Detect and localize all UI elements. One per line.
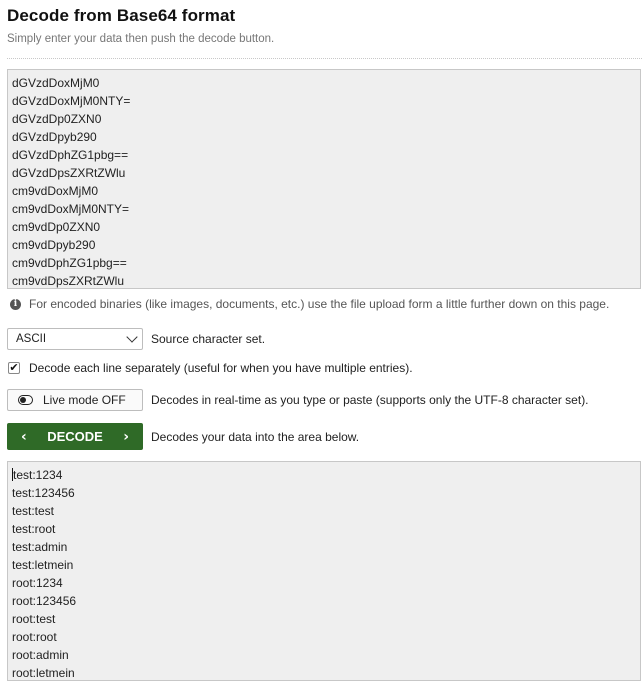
each-line-label[interactable]: Decode each line separately (useful for … (29, 361, 413, 375)
input-line: dGVzdDoxMjM0 (12, 76, 100, 90)
output-line: test:letmein (12, 558, 74, 572)
encoded-input-textarea[interactable]: dGVzdDoxMjM0 dGVzdDoxMjM0NTY= dGVzdDp0ZX… (7, 69, 641, 289)
each-line-row: ✔ Decode each line separately (useful fo… (8, 361, 413, 375)
output-line: test:123456 (12, 486, 75, 500)
output-line: test:1234 (12, 466, 636, 484)
charset-select[interactable]: ASCII (7, 328, 143, 350)
output-line: root:123456 (12, 594, 77, 608)
toggle-icon (18, 395, 33, 405)
output-line: root:test (12, 612, 56, 626)
output-line: test:root (12, 522, 56, 536)
output-line: test:test (12, 504, 55, 518)
chevron-right-icon: › (123, 428, 129, 445)
live-mode-description: Decodes in real-time as you type or past… (151, 393, 589, 407)
input-line: cm9vdDoxMjM0NTY= (12, 202, 130, 216)
input-line: cm9vdDoxMjM0 (12, 184, 99, 198)
input-line: cm9vdDp0ZXN0 (12, 220, 101, 234)
decode-button[interactable]: ‹ DECODE › (7, 423, 143, 450)
output-line-text: test:1234 (13, 468, 63, 482)
charset-label: Source character set. (151, 332, 266, 346)
charset-value: ASCII (16, 333, 47, 345)
input-line: dGVzdDphZG1pbg== (12, 148, 129, 162)
each-line-checkbox[interactable]: ✔ (8, 362, 20, 374)
input-line: cm9vdDpsZXRtZWlu (12, 274, 125, 288)
input-line: dGVzdDpyb290 (12, 130, 97, 144)
chevron-left-icon: ‹ (21, 428, 27, 445)
input-line: dGVzdDpsZXRtZWlu (12, 166, 126, 180)
output-line: root:letmein (12, 666, 75, 680)
info-icon: i (10, 298, 21, 310)
binary-info-note: i For encoded binaries (like images, doc… (10, 297, 609, 311)
output-line: test:admin (12, 540, 68, 554)
checkmark-icon: ✔ (9, 361, 19, 374)
input-line: dGVzdDp0ZXN0 (12, 112, 102, 126)
input-line: dGVzdDoxMjM0NTY= (12, 94, 131, 108)
output-line: root:admin (12, 648, 69, 662)
output-line: root:root (12, 630, 57, 644)
page-title: Decode from Base64 format (7, 6, 236, 25)
live-mode-row: Live mode OFF Decodes in real-time as yo… (7, 389, 589, 411)
binary-info-text: For encoded binaries (like images, docum… (29, 297, 610, 311)
page-subtitle: Simply enter your data then push the dec… (7, 33, 275, 45)
input-line: cm9vdDphZG1pbg== (12, 256, 127, 270)
decode-row: ‹ DECODE › Decodes your data into the ar… (7, 423, 359, 450)
decoded-output-textarea[interactable]: test:1234 test:123456 test:test test:roo… (7, 461, 641, 681)
live-mode-button-label: Live mode OFF (43, 393, 126, 407)
divider (7, 58, 642, 59)
decode-description: Decodes your data into the area below. (151, 429, 360, 444)
decode-button-label: DECODE (47, 429, 103, 444)
input-line: cm9vdDpyb290 (12, 238, 96, 252)
live-mode-button[interactable]: Live mode OFF (7, 389, 143, 411)
charset-row: ASCII Source character set. (7, 328, 265, 350)
chevron-down-icon (126, 331, 138, 343)
output-line: root:1234 (12, 576, 63, 590)
